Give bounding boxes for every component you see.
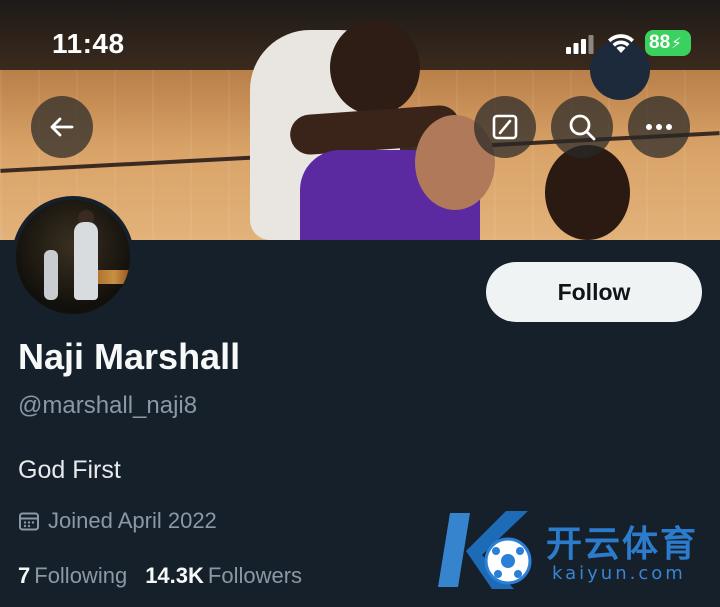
profile-name: Naji Marshall [18,336,241,377]
battery-level: 88 [649,32,671,53]
charging-icon: ⚡ [671,35,682,52]
following-label: Following [34,563,128,588]
search-button[interactable] [551,96,613,158]
search-icon [569,114,596,141]
followers-link[interactable]: 14.3K Followers [145,563,302,589]
cellular-signal-icon [566,35,594,54]
followers-count: 14.3K [145,563,204,588]
profile-bio: God First [18,456,121,484]
joined-date: Joined April 2022 [18,508,217,534]
kaiyun-logo-icon [438,511,532,589]
follow-button[interactable]: Follow [486,262,702,322]
follow-stats: 7 Following 14.3K Followers [18,563,302,589]
back-button[interactable] [31,96,93,158]
back-arrow-icon [50,117,74,137]
calendar-icon [19,512,39,531]
profile-handle: @marshall_naji8 [18,392,198,419]
avatar[interactable] [12,196,134,318]
wifi-icon [608,34,634,53]
following-link[interactable]: 7 Following [18,563,127,589]
watermark-url: kaiyun.com [552,563,686,584]
more-icon [646,124,672,130]
grok-icon [492,114,518,140]
status-time: 11:48 [52,28,125,59]
kaiyun-watermark: 开云体育 kaiyun.com [436,505,706,595]
more-options-button[interactable] [628,96,690,158]
battery-indicator: 88 ⚡ [645,30,691,56]
joined-text: Joined April 2022 [48,508,217,533]
grok-button[interactable] [474,96,536,158]
followers-label: Followers [207,563,303,588]
watermark-brand: 开云体育 [546,523,699,564]
following-count: 7 [18,563,31,588]
